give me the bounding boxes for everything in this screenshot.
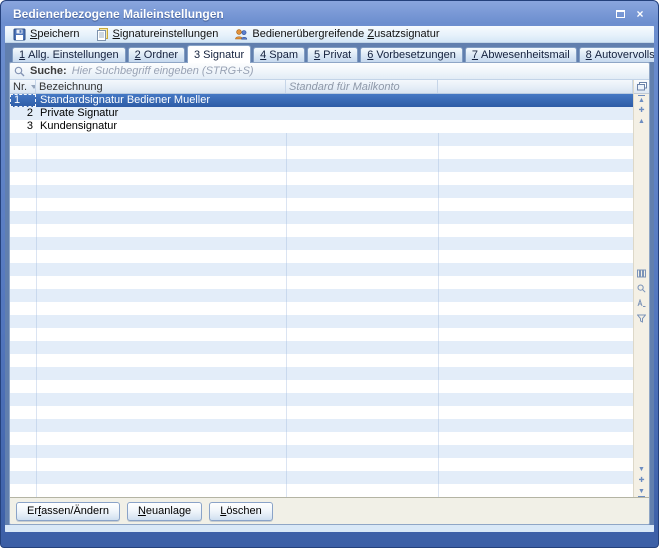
columns-tool-button[interactable]	[635, 268, 649, 279]
action-buttons-bar: Erfassen/Ändern Neuanlage Löschen	[10, 497, 649, 524]
jump-up-icon: ✚	[639, 106, 645, 115]
save-icon	[13, 28, 26, 41]
row-3-standard	[286, 120, 438, 133]
scroll-down-button[interactable]: ▼	[635, 464, 649, 475]
scroll-bottom-icon: ▼	[638, 487, 645, 497]
row-3-nr: 3	[10, 120, 36, 133]
restore-button[interactable]	[612, 7, 628, 21]
search-placeholder: Hier Suchbegriff eingeben (STRG+S)	[72, 65, 254, 77]
search-label: Suche:	[30, 65, 67, 77]
client-bottom-margin	[5, 525, 654, 532]
window-title: Bedienerbezogene Maileinstellungen	[13, 7, 608, 21]
tab-spam[interactable]: 4Spam	[253, 47, 305, 62]
tab-vorbesetzungen[interactable]: 6Vorbesetzungen	[360, 47, 463, 62]
scroll-top-icon: ▲	[638, 95, 645, 105]
main-area: 1Allg. Einstellungen 2Ordner 3Signatur 4…	[5, 43, 654, 525]
row-1-nr: 1	[10, 94, 36, 107]
empty-rows-area	[10, 133, 633, 497]
tab-autovervollstaendigung[interactable]: 8Autovervollständigung	[579, 47, 654, 62]
signature-settings-button[interactable]: Signatureinstellungen	[96, 28, 219, 41]
column-chooser-icon	[637, 82, 647, 91]
grid-header: Nr. Bezeichnung Standard für Mailkonto	[10, 80, 633, 94]
tab-strip: 1Allg. Einstellungen 2Ordner 3Signatur 4…	[9, 43, 650, 62]
jump-down-icon: ✚	[639, 476, 645, 485]
grid-body: Nr. Bezeichnung Standard für Mailkonto 1…	[10, 80, 633, 497]
toolbar: Speichern Signatureinstellungen	[5, 26, 654, 43]
arrow-down-icon: ▼	[638, 465, 645, 474]
table-row-3[interactable]: 3 Kundensignatur	[10, 120, 633, 133]
table-row-2[interactable]: 2 Private Signatur	[10, 107, 633, 120]
column-header-standard[interactable]: Standard für Mailkonto	[286, 80, 438, 93]
row-2-standard	[286, 107, 438, 120]
scroll-strip: ▲ ✚ ▲	[633, 80, 649, 497]
filter-icon	[637, 314, 646, 323]
arrow-up-icon: ▲	[638, 117, 645, 126]
new-button[interactable]: Neuanlage	[127, 502, 202, 521]
jump-up-button[interactable]: ✚	[635, 105, 649, 116]
jump-down-button[interactable]: ✚	[635, 475, 649, 486]
users-icon	[234, 28, 248, 41]
row-1-standard	[286, 94, 438, 107]
row-3-bezeichnung: Kundensignatur	[36, 120, 286, 133]
grid-tools	[635, 268, 649, 324]
delete-button[interactable]: Löschen	[209, 502, 273, 521]
columns-icon	[637, 269, 646, 278]
tab-signatur[interactable]: 3Signatur	[187, 45, 251, 63]
find-icon	[637, 299, 646, 308]
search-icon	[14, 66, 25, 77]
close-icon: ×	[636, 9, 643, 19]
scroll-up-button[interactable]: ▲	[635, 116, 649, 127]
magnifier-icon	[637, 284, 646, 293]
row-2-nr: 2	[10, 107, 36, 120]
edit-button[interactable]: Erfassen/Ändern	[16, 502, 120, 521]
dialog-window: Bedienerbezogene Maileinstellungen ×	[0, 0, 659, 548]
save-button[interactable]: Speichern	[13, 28, 80, 41]
close-button[interactable]: ×	[632, 7, 648, 21]
global-extra-signature-button[interactable]: Bedienerübergreifende Zusatzsignatur	[234, 28, 439, 41]
row-2-bezeichnung: Private Signatur	[36, 107, 286, 120]
title-bar: Bedienerbezogene Maileinstellungen ×	[5, 3, 654, 26]
scroll-to-bottom-button[interactable]: ▼	[635, 486, 649, 497]
tab-allg-einstellungen[interactable]: 1Allg. Einstellungen	[12, 47, 126, 62]
document-icon	[96, 28, 109, 41]
table-row-1[interactable]: 1 Standardsignatur Bediener Mueller	[10, 94, 633, 107]
tab-ordner[interactable]: 2Ordner	[128, 47, 185, 62]
search-input[interactable]: Suche: Hier Suchbegriff eingeben (STRG+S…	[10, 63, 649, 80]
row-1-bezeichnung: Standardsignatur Bediener Mueller	[36, 94, 286, 107]
column-chooser-button[interactable]	[634, 80, 649, 94]
restore-icon	[616, 10, 625, 18]
column-header-nr[interactable]: Nr.	[10, 80, 36, 93]
filter-tool-button[interactable]	[635, 313, 649, 324]
column-header-bezeichnung[interactable]: Bezeichnung	[36, 80, 286, 93]
scroll-to-top-button[interactable]: ▲	[635, 94, 649, 105]
tab-privat[interactable]: 5Privat	[307, 47, 358, 62]
column-header-empty	[438, 80, 633, 93]
find-tool-button[interactable]	[635, 298, 649, 309]
tab-abwesenheitsmail[interactable]: 7Abwesenheitsmail	[465, 47, 577, 62]
signature-panel: Suche: Hier Suchbegriff eingeben (STRG+S…	[9, 62, 650, 525]
signature-grid: Nr. Bezeichnung Standard für Mailkonto 1…	[10, 80, 649, 497]
zoom-tool-button[interactable]	[635, 283, 649, 294]
